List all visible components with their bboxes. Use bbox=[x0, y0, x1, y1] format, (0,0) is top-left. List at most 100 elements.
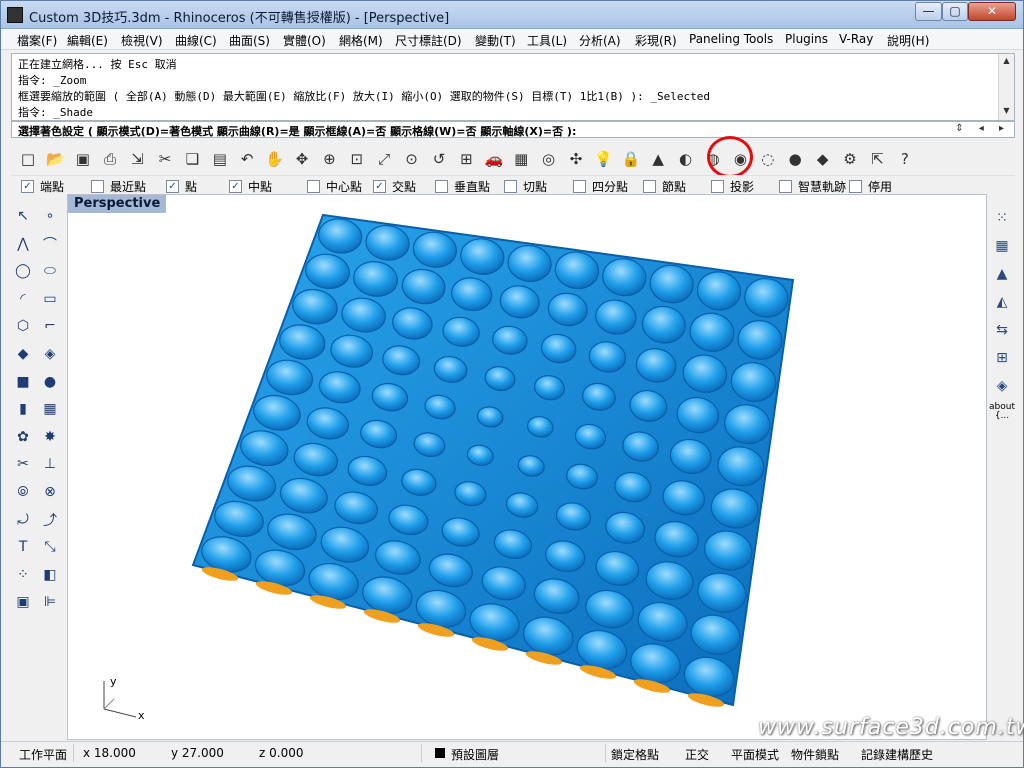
zoom-extents-icon[interactable]: ⤢ bbox=[373, 148, 395, 170]
pan-hand-icon[interactable]: ✋ bbox=[264, 148, 286, 170]
menu-item[interactable]: 網格(M) bbox=[339, 32, 383, 49]
command-line[interactable]: 選擇著色設定 ( 顯示模式(D)=著色模式 顯示曲線(R)=是 顯示框線(A)=… bbox=[11, 121, 1015, 138]
car-icon[interactable]: 🚗 bbox=[483, 148, 505, 170]
zoom-window-icon[interactable]: ⊡ bbox=[346, 148, 368, 170]
checkbox-icon[interactable] bbox=[643, 180, 656, 193]
curve-cp-icon[interactable]: ⌒ bbox=[39, 233, 61, 255]
paste-icon[interactable]: ▤ bbox=[209, 148, 231, 170]
viewport-title[interactable]: Perspective bbox=[68, 195, 167, 213]
menu-item[interactable]: 工具(L) bbox=[527, 32, 567, 49]
title-bar[interactable]: Custom 3D技巧.3dm - Rhinoceros (不可轉售授權版) -… bbox=[1, 1, 1023, 29]
checkbox-icon[interactable] bbox=[307, 180, 320, 193]
diamond-panel-icon[interactable]: ◈ bbox=[990, 375, 1014, 397]
menu-item[interactable]: 檔案(F) bbox=[17, 32, 57, 49]
polygon-icon[interactable]: ⬡ bbox=[12, 315, 34, 337]
loft-icon[interactable]: ◈ bbox=[39, 343, 61, 365]
join-icon[interactable]: ⊗ bbox=[39, 481, 61, 503]
osnap-option[interactable]: ✓ 點 bbox=[166, 178, 197, 195]
layer-color-swatch[interactable] bbox=[435, 748, 445, 758]
block-icon[interactable]: ▣ bbox=[12, 591, 34, 613]
four-viewports-icon[interactable]: ⊞ bbox=[455, 148, 477, 170]
gumball-icon[interactable]: ✣ bbox=[565, 148, 587, 170]
dimension-icon[interactable]: ⊫ bbox=[39, 591, 61, 613]
menu-item[interactable]: 變動(T) bbox=[475, 32, 516, 49]
checkbox-checked-icon[interactable]: ✓ bbox=[373, 180, 386, 193]
checkbox-icon[interactable] bbox=[849, 180, 862, 193]
point-grid-icon[interactable]: ⁙ bbox=[990, 207, 1014, 229]
status-planar[interactable]: 平面模式 bbox=[731, 746, 779, 763]
menu-item[interactable]: 曲線(C) bbox=[175, 32, 217, 49]
polyline-icon[interactable]: ⋀ bbox=[12, 233, 34, 255]
osnap-option[interactable]: ✓ 交點 bbox=[373, 178, 416, 195]
text-tool-icon[interactable]: T bbox=[12, 536, 34, 558]
checkbox-checked-icon[interactable]: ✓ bbox=[229, 180, 242, 193]
scroll-up-icon[interactable]: ▲ bbox=[1001, 56, 1012, 67]
menu-item[interactable]: 彩現(R) bbox=[635, 32, 677, 49]
surface-edge-icon[interactable]: ◆ bbox=[12, 343, 34, 365]
osnap-option[interactable]: ✓ 中點 bbox=[229, 178, 272, 195]
trim-icon[interactable]: ✂ bbox=[12, 453, 34, 475]
light-icon[interactable]: 💡 bbox=[592, 148, 614, 170]
offset-icon[interactable]: ⇆ bbox=[990, 319, 1014, 341]
osnap-option[interactable]: 垂直點 bbox=[435, 178, 490, 195]
zoom-icon[interactable]: ⊕ bbox=[318, 148, 340, 170]
osnap-option[interactable]: 切點 bbox=[504, 178, 547, 195]
minimize-button[interactable]: — bbox=[915, 2, 942, 21]
import-icon[interactable]: ⇲ bbox=[127, 148, 149, 170]
color-icon[interactable]: ▲ bbox=[647, 148, 669, 170]
split-icon[interactable]: ⊥ bbox=[39, 453, 61, 475]
osnap-option[interactable]: 節點 bbox=[643, 178, 686, 195]
scale-tool-icon[interactable]: ⤡ bbox=[39, 536, 61, 558]
scale-icon[interactable]: ⇱ bbox=[866, 148, 888, 170]
menu-item[interactable]: 尺寸標註(D) bbox=[395, 32, 462, 49]
checkbox-icon[interactable] bbox=[91, 180, 104, 193]
status-history[interactable]: 記錄建構歷史 bbox=[861, 746, 933, 763]
osnap-option[interactable]: 四分點 bbox=[573, 178, 628, 195]
fillet-curve-icon[interactable]: ⌐ bbox=[39, 315, 61, 337]
rhino-app-icon[interactable] bbox=[7, 7, 23, 23]
scroll-down-icon[interactable]: ▼ bbox=[1001, 106, 1012, 117]
box-icon[interactable]: ■ bbox=[12, 371, 34, 393]
mesh-plane-icon[interactable]: ▦ bbox=[39, 398, 61, 420]
perspective-viewport[interactable]: Perspective y x www.surface3d.com.tw bbox=[67, 194, 1024, 740]
rectangle-icon[interactable]: ▭ bbox=[39, 288, 61, 310]
checkbox-checked-icon[interactable]: ✓ bbox=[166, 180, 179, 193]
history-scrollbar[interactable]: ▲ ▼ bbox=[998, 54, 1014, 120]
osnap-option[interactable]: 智慧軌跡 bbox=[779, 178, 846, 195]
arc-icon[interactable]: ◜ bbox=[12, 288, 34, 310]
maximize-button[interactable]: ▢ bbox=[942, 2, 968, 21]
status-grid-snap[interactable]: 鎖定格點 bbox=[611, 746, 659, 763]
gear-settings-icon[interactable]: ⚙ bbox=[839, 148, 861, 170]
status-cplane[interactable]: 工作平面 bbox=[19, 746, 67, 763]
circle-icon[interactable]: ◯ bbox=[12, 260, 34, 282]
menu-item[interactable]: 說明(H) bbox=[887, 32, 929, 49]
grid-icon[interactable]: ▦ bbox=[510, 148, 532, 170]
osnap-option[interactable]: 投影 bbox=[711, 178, 754, 195]
diagonal-panel-icon[interactable]: ◭ bbox=[990, 291, 1014, 313]
new-icon[interactable]: □ bbox=[17, 148, 39, 170]
ellipse-icon[interactable]: ⬭ bbox=[39, 260, 61, 282]
cut-icon[interactable]: ✂ bbox=[154, 148, 176, 170]
render-wheel-icon[interactable]: ◐ bbox=[675, 148, 697, 170]
osnap-option[interactable]: 停用 bbox=[849, 178, 892, 195]
explode-icon[interactable]: ✸ bbox=[39, 426, 61, 448]
undo-icon[interactable]: ↶ bbox=[236, 148, 258, 170]
menu-item[interactable]: 編輯(E) bbox=[67, 32, 108, 49]
cplane-icon[interactable]: ◎ bbox=[538, 148, 560, 170]
osnap-option[interactable]: ✓ 端點 bbox=[21, 178, 64, 195]
lock-icon[interactable]: 🔒 bbox=[620, 148, 642, 170]
save-icon[interactable]: ▣ bbox=[72, 148, 94, 170]
osnap-option[interactable]: 中心點 bbox=[307, 178, 362, 195]
menu-item[interactable]: 分析(A) bbox=[579, 32, 621, 49]
osnap-option[interactable]: 最近點 bbox=[91, 178, 146, 195]
move-tool-icon[interactable]: ⤴ bbox=[39, 509, 61, 531]
ghosted-icon[interactable]: ◌ bbox=[757, 148, 779, 170]
checkbox-icon[interactable] bbox=[779, 180, 792, 193]
rotate-tool-icon[interactable]: ⤾ bbox=[12, 509, 34, 531]
zoom-selected-icon[interactable]: ⊙ bbox=[401, 148, 423, 170]
close-button[interactable]: ✕ bbox=[968, 2, 1016, 21]
menu-item[interactable]: Paneling Tools bbox=[689, 32, 773, 46]
sphere-icon[interactable]: ● bbox=[39, 371, 61, 393]
help-icon[interactable]: ? bbox=[894, 148, 916, 170]
menu-item[interactable]: 曲面(S) bbox=[229, 32, 270, 49]
